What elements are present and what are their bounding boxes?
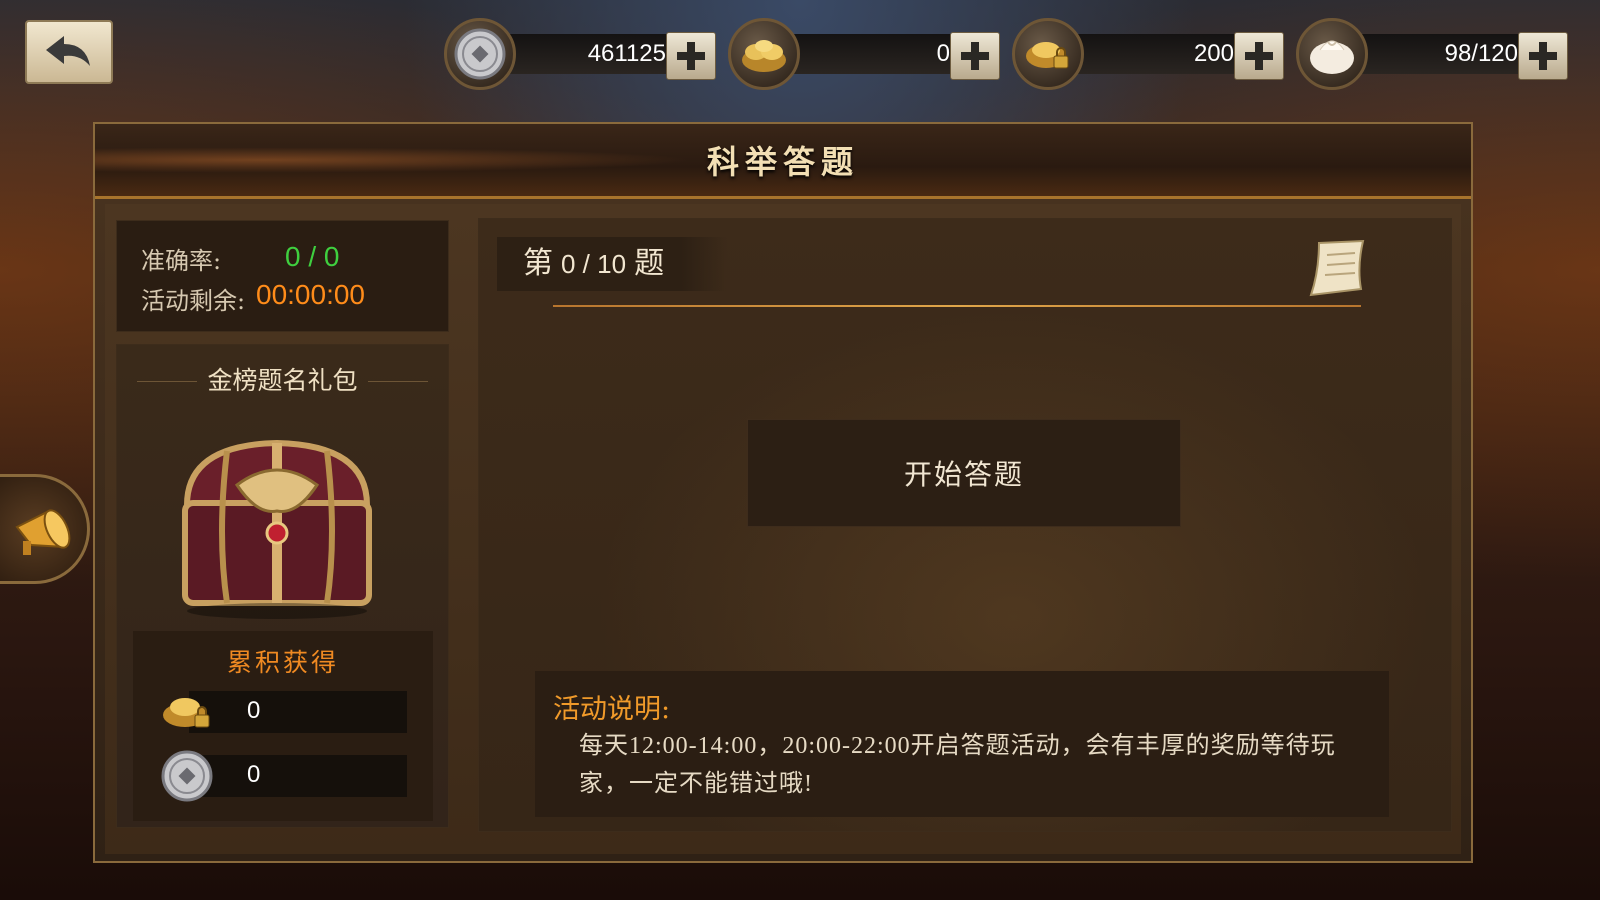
add-copper-button[interactable] (666, 32, 716, 80)
question-suffix: 题 (634, 246, 665, 281)
add-bound-gold-button[interactable] (1234, 32, 1284, 80)
question-counter: 第 0 / 10 题 (497, 237, 727, 291)
stats-box: 准确率: 0 / 0 活动剩余: 00:00:00 (116, 220, 449, 332)
divider (553, 305, 1361, 307)
treasure-chest-icon[interactable] (157, 415, 397, 625)
add-gold-button[interactable] (950, 32, 1000, 80)
horn-icon (14, 509, 70, 555)
start-quiz-button[interactable]: 开始答题 (747, 419, 1181, 527)
remaining-timer: 00:00:00 (256, 279, 365, 310)
accumulated-bound-gold-value: 0 (247, 697, 261, 724)
quiz-box: 第 0 / 10 题 开始答题 活动说明: 每天12:00-14:00，20:00-… (478, 218, 1452, 832)
resource-copper: 461125 (444, 18, 724, 90)
back-arrow-icon (46, 36, 90, 66)
title-bar: 科举答题 (95, 124, 1471, 199)
accumulated-row: 0 (159, 691, 407, 733)
bound-gold-ingot-icon (159, 685, 215, 739)
copper-coin-icon (444, 18, 516, 90)
steamed-bun-icon (1296, 18, 1368, 90)
question-progress: 0 / 10 (561, 249, 627, 279)
remaining-label: 活动剩余: (141, 287, 246, 315)
bound-gold-ingot-icon (1012, 18, 1084, 90)
question-prefix: 第 (523, 246, 553, 281)
plus-icon (677, 42, 705, 70)
activity-description: 活动说明: 每天12:00-14:00，20:00-22:00开启答题活动，会有… (535, 671, 1389, 817)
accuracy-label: 准确率: (141, 247, 222, 275)
plus-icon (1529, 42, 1557, 70)
accumulated-copper-value: 0 (247, 761, 261, 788)
gold-value: 0 (936, 40, 950, 67)
add-stamina-button[interactable] (1518, 32, 1568, 80)
gift-package-box: 金榜题名礼包 累积获得 0 0 (116, 344, 449, 828)
copper-value: 461125 (587, 40, 666, 67)
bound-gold-value: 200 (1193, 40, 1234, 67)
resource-gold: 0 (728, 18, 1008, 90)
stamina-value: 98/120 (1444, 40, 1518, 67)
description-title: 活动说明: (553, 694, 671, 725)
resource-stamina: 98/120 (1296, 18, 1576, 90)
gift-title: 金榜题名礼包 (207, 366, 358, 395)
scroll-icon[interactable] (1301, 237, 1371, 301)
gold-ingot-icon (728, 18, 800, 90)
resource-bound-gold: 200 (1012, 18, 1292, 90)
panel-title: 科举答题 (706, 143, 859, 181)
plus-icon (961, 42, 989, 70)
accuracy-value: 0 / 0 (285, 241, 340, 272)
copper-coin-icon (159, 749, 215, 803)
accumulated-row: 0 (159, 750, 407, 802)
accumulated-box: 累积获得 0 0 (133, 631, 433, 821)
announcement-button[interactable] (0, 474, 90, 584)
plus-icon (1245, 42, 1273, 70)
back-button[interactable] (25, 20, 113, 84)
description-text: 每天12:00-14:00，20:00-22:00开启答题活动，会有丰厚的奖励等… (579, 733, 1336, 797)
accumulated-title: 累积获得 (226, 648, 339, 677)
